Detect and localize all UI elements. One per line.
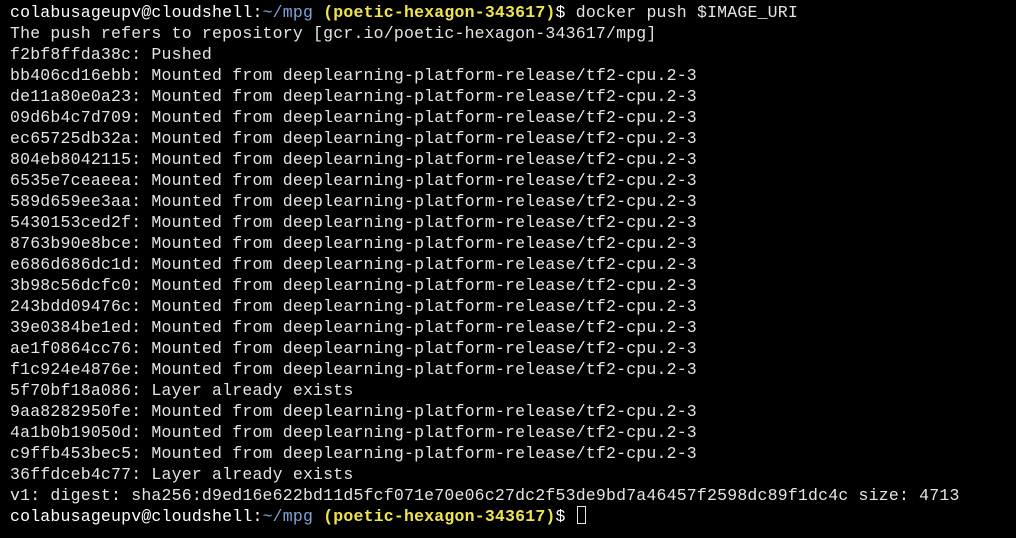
- output-line: ae1f0864cc76: Mounted from deeplearning-…: [10, 339, 697, 358]
- output-line: e686d686dc1d: Mounted from deeplearning-…: [10, 255, 697, 274]
- prompt-user-host: colabusageupv@cloudshell: [10, 3, 253, 22]
- output-line: 9aa8282950fe: Mounted from deeplearning-…: [10, 402, 697, 421]
- output-line: 5f70bf18a086: Layer already exists: [10, 381, 354, 400]
- output-line: 36ffdceb4c77: Layer already exists: [10, 465, 354, 484]
- prompt-symbol: $: [555, 507, 566, 526]
- prompt-project: (poetic-hexagon-343617): [323, 3, 556, 22]
- prompt-symbol: $: [555, 3, 566, 22]
- prompt-separator: :: [252, 507, 263, 526]
- output-line: f1c924e4876e: Mounted from deeplearning-…: [10, 360, 697, 379]
- output-line: f2bf8ffda38c: Pushed: [10, 45, 213, 64]
- output-line: v1: digest: sha256:d9ed16e622bd11d5fcf07…: [10, 486, 960, 505]
- prompt-line-active[interactable]: colabusageupv@cloudshell:~/mpg (poetic-h…: [10, 506, 1016, 527]
- command-text: docker push $IMAGE_URI: [565, 3, 798, 22]
- output-line: 3b98c56dcfc0: Mounted from deeplearning-…: [10, 276, 697, 295]
- terminal-cursor[interactable]: [576, 506, 586, 524]
- output-line: 5430153ced2f: Mounted from deeplearning-…: [10, 213, 697, 232]
- prompt-path: ~/mpg: [262, 3, 314, 22]
- output-line: c9ffb453bec5: Mounted from deeplearning-…: [10, 444, 697, 463]
- output-line: 39e0384be1ed: Mounted from deeplearning-…: [10, 318, 697, 337]
- prompt-project: (poetic-hexagon-343617): [323, 507, 556, 526]
- output-line: de11a80e0a23: Mounted from deeplearning-…: [10, 87, 697, 106]
- output-line: 09d6b4c7d709: Mounted from deeplearning-…: [10, 108, 697, 127]
- output-line: 8763b90e8bce: Mounted from deeplearning-…: [10, 234, 697, 253]
- output-line: 243bdd09476c: Mounted from deeplearning-…: [10, 297, 697, 316]
- output-line: 4a1b0b19050d: Mounted from deeplearning-…: [10, 423, 697, 442]
- prompt-separator: :: [252, 3, 263, 22]
- output-line: The push refers to repository [gcr.io/po…: [10, 24, 657, 43]
- prompt-line-command: colabusageupv@cloudshell:~/mpg (poetic-h…: [10, 2, 1016, 23]
- prompt-path: ~/mpg: [262, 507, 314, 526]
- output-line: 6535e7ceaeea: Mounted from deeplearning-…: [10, 171, 697, 190]
- output-line: 804eb8042115: Mounted from deeplearning-…: [10, 150, 697, 169]
- prompt-user-host: colabusageupv@cloudshell: [10, 507, 253, 526]
- terminal-window[interactable]: colabusageupv@cloudshell:~/mpg (poetic-h…: [0, 0, 1016, 538]
- output-line: bb406cd16ebb: Mounted from deeplearning-…: [10, 66, 697, 85]
- output-line: ec65725db32a: Mounted from deeplearning-…: [10, 129, 697, 148]
- output-line: 589d659ee3aa: Mounted from deeplearning-…: [10, 192, 697, 211]
